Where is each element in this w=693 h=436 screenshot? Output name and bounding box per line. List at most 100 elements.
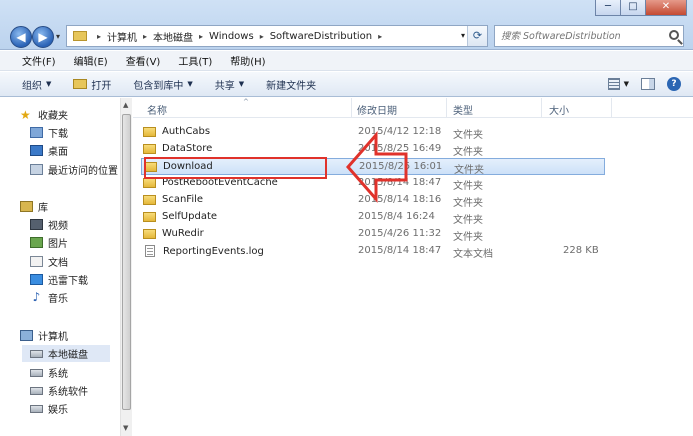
share-button[interactable]: 共享 ▼ xyxy=(215,77,244,92)
column-date-modified[interactable]: 修改日期 xyxy=(357,102,397,117)
nav-recent-places[interactable]: 最近访问的位置 xyxy=(30,161,118,178)
disk-icon xyxy=(30,349,43,358)
share-label: 共享 xyxy=(214,80,235,92)
maximize-button[interactable]: □ xyxy=(620,0,646,16)
view-controls: ▼ ? xyxy=(607,77,681,91)
file-name: ScanFile xyxy=(162,194,204,205)
file-row-wuredir[interactable]: WuRedir 2015/4/26 11:32 文件夹 xyxy=(141,226,605,243)
nav-computer[interactable]: 计算机 xyxy=(20,327,68,344)
breadcrumb-separator[interactable]: ▸ xyxy=(260,32,264,41)
column-name[interactable]: 名称 xyxy=(147,102,167,117)
search-input[interactable] xyxy=(501,30,661,42)
search-box[interactable] xyxy=(494,25,684,47)
file-name: ReportingEvents.log xyxy=(163,245,264,257)
nav-pictures[interactable]: 图片 xyxy=(30,234,68,251)
nav-xunlei-downloads[interactable]: 迅雷下载 xyxy=(30,271,88,288)
xunlei-icon xyxy=(30,274,43,285)
nav-libraries[interactable]: 库 xyxy=(20,198,48,215)
breadcrumb-local-disk[interactable]: 本地磁盘 xyxy=(153,29,193,44)
nav-pane-scrollbar[interactable]: ▲ ▼ xyxy=(120,98,132,436)
help-icon[interactable]: ? xyxy=(667,77,681,91)
folder-icon xyxy=(73,31,87,41)
chevron-down-icon: ▼ xyxy=(238,80,245,88)
title-bar: ─ □ ✕ ◀ ▶ ▾ ▸ 计算机 ▸ 本地磁盘 ▸ Windows ▸ Sof… xyxy=(0,0,693,50)
column-size[interactable]: 大小 xyxy=(549,102,569,117)
back-button[interactable]: ◀ xyxy=(10,26,32,48)
breadcrumb-separator[interactable]: ▸ xyxy=(97,32,101,41)
annotation-arrow-shape xyxy=(346,131,408,203)
picture-icon xyxy=(30,237,43,248)
scrollbar-thumb[interactable] xyxy=(122,114,131,410)
preview-pane-icon[interactable] xyxy=(641,78,655,90)
navigation-pane: ★ 收藏夹 下载 桌面 最近访问的位置 库 视频 图片 文档 迅雷下载 ♪ 音乐… xyxy=(0,98,132,436)
new-folder-label: 新建文件夹 xyxy=(266,80,317,92)
nav-system[interactable]: 系统 xyxy=(30,364,68,381)
menu-view[interactable]: 查看(V) xyxy=(126,53,161,68)
scroll-up-icon[interactable]: ▲ xyxy=(123,101,128,109)
file-type: 文件夹 xyxy=(453,147,483,158)
recent-pages-dropdown[interactable]: ▾ xyxy=(56,32,60,41)
breadcrumb-softwaredistribution[interactable]: SoftwareDistribution xyxy=(270,31,372,42)
breadcrumb-separator[interactable]: ▸ xyxy=(378,32,382,41)
file-name: SelfUpdate xyxy=(162,211,218,222)
nav-downloads[interactable]: 下载 xyxy=(30,124,68,141)
scroll-down-icon[interactable]: ▼ xyxy=(123,424,128,432)
organize-button[interactable]: 组织 ▼ xyxy=(22,77,51,92)
file-name: WuRedir xyxy=(162,228,204,239)
folder-icon xyxy=(143,211,156,222)
nav-music[interactable]: ♪ 音乐 xyxy=(30,289,68,306)
file-type: 文本文档 xyxy=(453,249,493,260)
address-dropdown-icon[interactable]: ▾ xyxy=(461,31,465,40)
nav-entertainment-label: 娱乐 xyxy=(48,405,68,416)
nav-favorites[interactable]: ★ 收藏夹 xyxy=(20,106,68,123)
close-button[interactable]: ✕ xyxy=(645,0,687,16)
file-row-selfupdate[interactable]: SelfUpdate 2015/8/4 16:24 文件夹 xyxy=(141,209,605,226)
nav-system-label: 系统 xyxy=(48,369,68,380)
views-icon[interactable] xyxy=(607,78,620,90)
sort-ascending-icon: ^ xyxy=(243,98,249,106)
menu-file[interactable]: 文件(F) xyxy=(22,53,56,68)
column-divider[interactable] xyxy=(446,98,447,118)
breadcrumb-separator[interactable]: ▸ xyxy=(143,32,147,41)
address-bar[interactable]: ▸ 计算机 ▸ 本地磁盘 ▸ Windows ▸ SoftwareDistrib… xyxy=(66,25,488,47)
nav-videos[interactable]: 视频 xyxy=(30,216,68,233)
menu-edit[interactable]: 编辑(E) xyxy=(74,53,108,68)
document-icon xyxy=(30,256,43,267)
breadcrumb-computer[interactable]: 计算机 xyxy=(107,29,137,44)
column-divider[interactable] xyxy=(351,98,352,118)
file-type: 文件夹 xyxy=(453,232,483,243)
include-in-library-button[interactable]: 包含到库中 ▼ xyxy=(133,77,192,92)
menu-help[interactable]: 帮助(H) xyxy=(230,53,265,68)
breadcrumb-windows[interactable]: Windows xyxy=(209,31,254,42)
nav-downloads-label: 下载 xyxy=(48,129,68,140)
forward-button[interactable]: ▶ xyxy=(32,26,54,48)
file-date: 2015/8/14 18:47 xyxy=(358,245,442,256)
nav-desktop[interactable]: 桌面 xyxy=(30,142,68,159)
file-row-reportingevents-log[interactable]: ReportingEvents.log 2015/8/14 18:47 文本文档… xyxy=(141,243,605,260)
nav-documents[interactable]: 文档 xyxy=(30,253,68,270)
menu-tools[interactable]: 工具(T) xyxy=(178,53,212,68)
new-folder-button[interactable]: 新建文件夹 xyxy=(266,77,316,92)
nav-desktop-label: 桌面 xyxy=(48,147,68,158)
column-divider[interactable] xyxy=(611,98,612,118)
annotation-highlight-box xyxy=(144,157,327,179)
window-controls: ─ □ ✕ xyxy=(595,0,687,16)
nav-system-software[interactable]: 系统软件 xyxy=(30,382,88,399)
column-headers: ^ 名称 修改日期 类型 大小 xyxy=(133,98,693,118)
nav-local-disk[interactable]: 本地磁盘 xyxy=(22,345,110,362)
chevron-down-icon[interactable]: ▼ xyxy=(624,80,629,88)
disk-icon xyxy=(30,368,43,377)
column-divider[interactable] xyxy=(541,98,542,118)
refresh-icon[interactable]: ⟳ xyxy=(467,26,487,46)
minimize-button[interactable]: ─ xyxy=(595,0,621,16)
file-type: 文件夹 xyxy=(453,215,483,226)
disk-icon xyxy=(30,404,43,413)
open-button[interactable]: 打开 xyxy=(73,77,111,92)
search-icon[interactable] xyxy=(669,30,679,40)
nav-entertainment[interactable]: 娱乐 xyxy=(30,400,68,417)
chevron-down-icon: ▼ xyxy=(46,80,52,88)
breadcrumb-separator[interactable]: ▸ xyxy=(199,32,203,41)
file-name: DataStore xyxy=(162,143,213,154)
library-icon xyxy=(20,201,33,212)
column-type[interactable]: 类型 xyxy=(453,102,473,117)
